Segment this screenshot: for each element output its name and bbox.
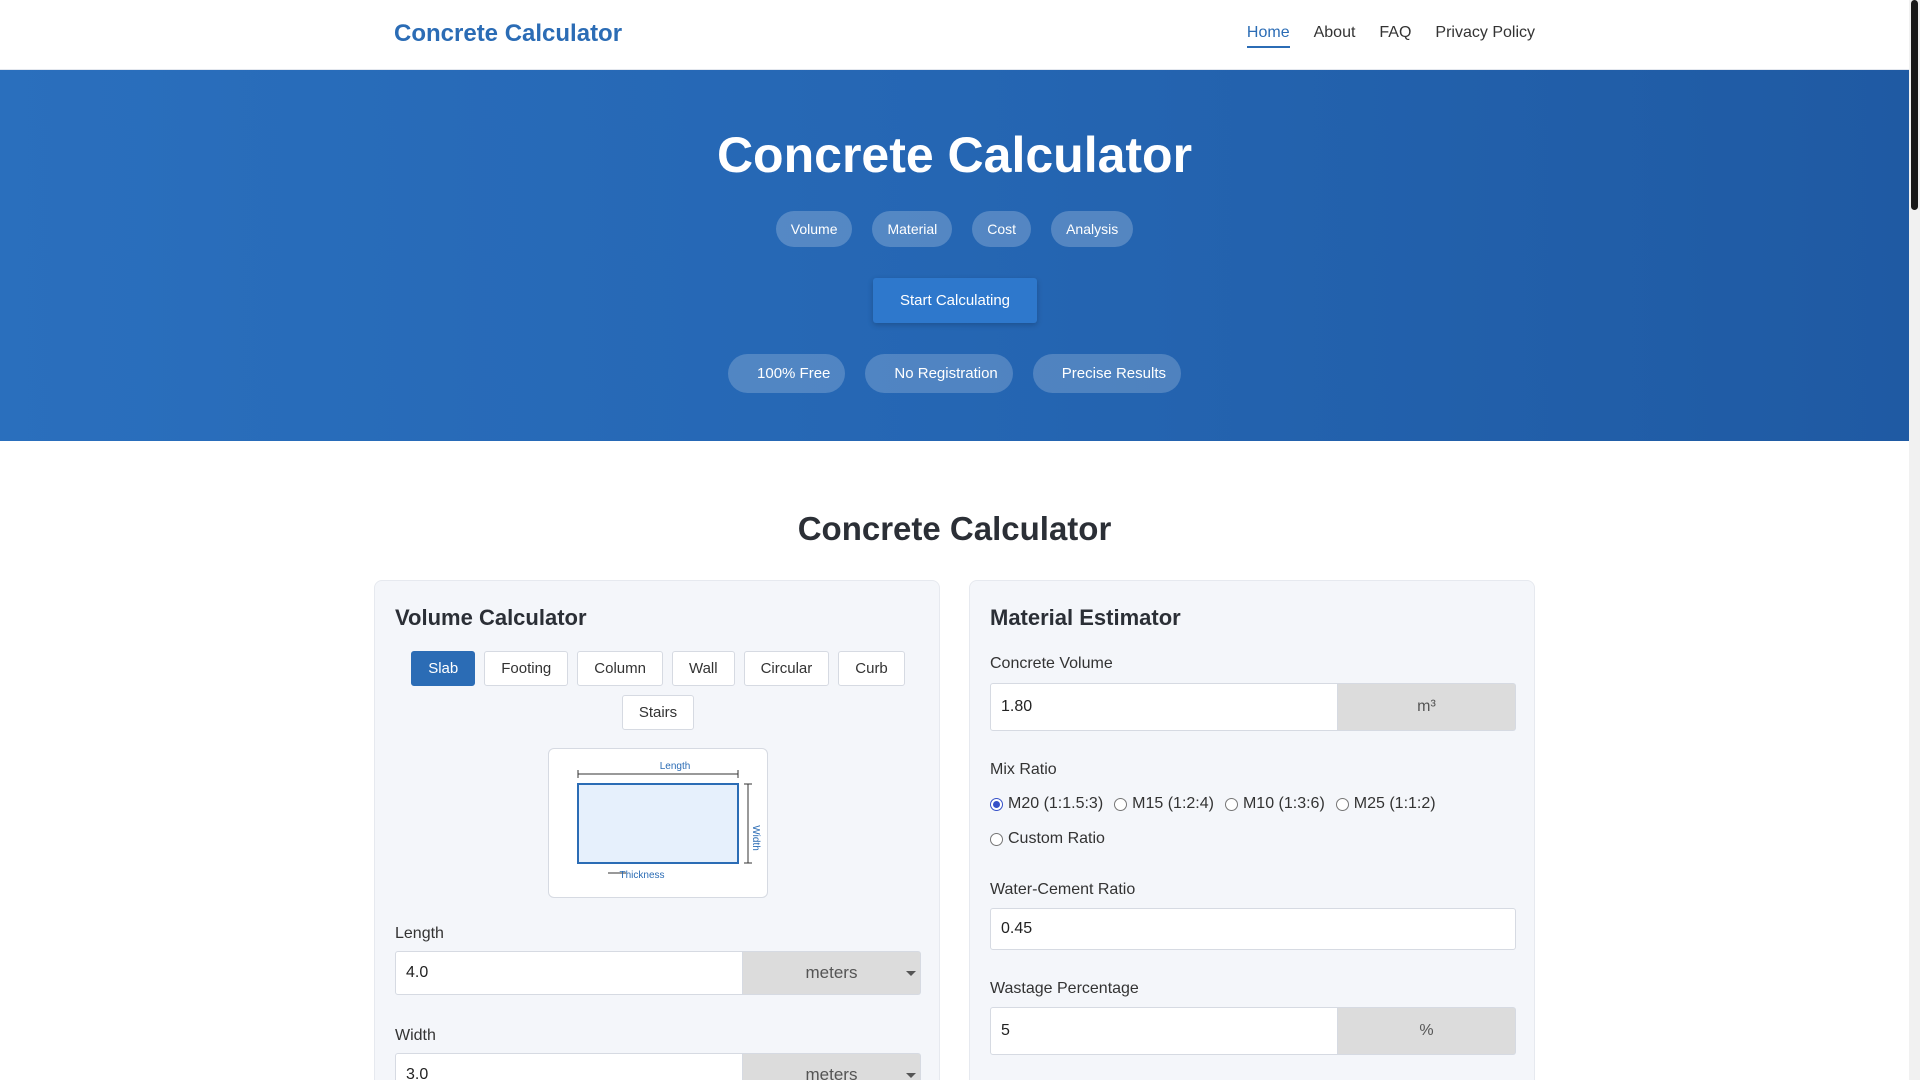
shape-tab-stairs[interactable]: Stairs bbox=[621, 695, 695, 730]
page-scrollbar[interactable] bbox=[1909, 0, 1920, 1080]
volume-calculator-card: Volume Calculator Slab Footing Column Wa… bbox=[374, 580, 940, 1080]
slab-diagram: Length Width Thickness bbox=[548, 748, 768, 898]
section-title: Concrete Calculator bbox=[797, 510, 1112, 547]
radio-selected-icon bbox=[990, 797, 1003, 811]
feature-badge-no-registration: No Registration bbox=[865, 354, 1013, 393]
hero-tag-cost: Cost bbox=[972, 211, 1032, 247]
diagram-width-label: Width bbox=[750, 825, 761, 851]
nav-link-privacy-policy[interactable]: Privacy Policy bbox=[1435, 24, 1535, 48]
hero-title: Concrete Calculator bbox=[716, 127, 1193, 183]
wastage-input[interactable] bbox=[990, 1007, 1338, 1055]
feature-badge-precise-results: Precise Results bbox=[1032, 354, 1181, 393]
concrete-volume-unit: m³ bbox=[1338, 683, 1516, 731]
length-input-group: meters bbox=[395, 951, 921, 995]
mix-ratio-m25[interactable]: M25 (1:1:2) bbox=[1335, 793, 1436, 815]
wastage-label: Wastage Percentage bbox=[990, 980, 1139, 997]
mix-ratio-label: Mix Ratio bbox=[990, 761, 1057, 778]
hero-features: 100% Free No Registration Precise Result… bbox=[0, 354, 1909, 393]
slab-rect bbox=[577, 783, 739, 864]
mix-ratio-m10-label: M10 (1:3:6) bbox=[1242, 795, 1325, 812]
shape-tab-wall[interactable]: Wall bbox=[671, 651, 735, 686]
hero-banner: Concrete Calculator Volume Material Cost… bbox=[0, 70, 1909, 441]
scrollbar-thumb[interactable] bbox=[1911, 0, 1918, 210]
volume-calculator-title: Volume Calculator bbox=[395, 605, 587, 630]
mix-ratio-m20-label: M20 (1:1.5:3) bbox=[1008, 795, 1104, 812]
width-label: Width bbox=[395, 1027, 436, 1044]
mix-ratio-m15[interactable]: M15 (1:2:4) bbox=[1114, 793, 1214, 815]
feature-badge-free: 100% Free bbox=[728, 354, 846, 393]
diagram-thickness-label: Thickness bbox=[619, 870, 664, 881]
wastage-unit: % bbox=[1338, 1007, 1516, 1055]
chevron-down-icon bbox=[906, 1073, 916, 1078]
diagram-length-label: Length bbox=[660, 761, 691, 772]
nav-link-home[interactable]: Home bbox=[1246, 24, 1290, 48]
shape-tab-curb[interactable]: Curb bbox=[838, 651, 905, 686]
radio-unselected-icon bbox=[1114, 797, 1128, 811]
wastage-input-group: % bbox=[990, 1007, 1516, 1055]
mix-ratio-m20[interactable]: M20 (1:1.5:3) bbox=[990, 793, 1103, 815]
nav-link-faq[interactable]: FAQ bbox=[1379, 24, 1411, 48]
length-label: Length bbox=[395, 925, 444, 942]
shape-tabs: Slab Footing Column Wall Circular Curb S… bbox=[395, 651, 921, 730]
radio-unselected-icon bbox=[990, 832, 1003, 846]
shape-tab-column[interactable]: Column bbox=[577, 651, 663, 686]
radio-unselected-icon bbox=[1224, 797, 1238, 811]
length-input[interactable] bbox=[395, 951, 743, 995]
length-unit-select[interactable]: meters bbox=[743, 951, 921, 995]
shape-tab-slab[interactable]: Slab bbox=[411, 651, 476, 686]
hero-tags: Volume Material Cost Analysis bbox=[0, 211, 1909, 247]
mix-ratio-m15-label: M15 (1:2:4) bbox=[1132, 795, 1214, 812]
width-input[interactable] bbox=[395, 1053, 743, 1080]
width-input-group: meters bbox=[395, 1053, 921, 1080]
hero-tag-material: Material bbox=[872, 211, 953, 247]
radio-unselected-icon bbox=[1335, 797, 1349, 811]
width-unit-value: meters bbox=[805, 1065, 858, 1080]
concrete-volume-input-group: m³ bbox=[990, 683, 1516, 731]
concrete-volume-input[interactable] bbox=[990, 683, 1338, 731]
material-estimator-card: Material Estimator Concrete Volume m³ Mi… bbox=[969, 580, 1535, 1080]
hero-tag-volume: Volume bbox=[775, 211, 853, 247]
shape-tab-footing[interactable]: Footing bbox=[484, 651, 569, 686]
top-navbar: Concrete Calculator Home About FAQ Priva… bbox=[0, 0, 1909, 70]
hero-tag-analysis: Analysis bbox=[1051, 211, 1134, 247]
start-calculating-button[interactable]: Start Calculating bbox=[873, 278, 1037, 323]
brand-logo-text[interactable]: Concrete Calculator bbox=[394, 20, 622, 48]
mix-ratio-custom[interactable]: Custom Ratio bbox=[990, 828, 1105, 850]
width-unit-select[interactable]: meters bbox=[743, 1053, 921, 1080]
water-cement-label: Water-Cement Ratio bbox=[990, 881, 1136, 898]
chevron-down-icon bbox=[906, 971, 916, 976]
nav-link-about[interactable]: About bbox=[1314, 24, 1356, 48]
material-estimator-title: Material Estimator bbox=[990, 605, 1181, 630]
mix-ratio-options: M20 (1:1.5:3) M15 (1:2:4) M10 (1:3:6) M2… bbox=[990, 793, 1516, 850]
nav-links: Home About FAQ Privacy Policy bbox=[1246, 24, 1535, 48]
mix-ratio-m25-label: M25 (1:1:2) bbox=[1353, 795, 1436, 812]
length-unit-value: meters bbox=[805, 963, 858, 982]
water-cement-input[interactable] bbox=[990, 908, 1516, 950]
mix-ratio-m10[interactable]: M10 (1:3:6) bbox=[1224, 793, 1325, 815]
concrete-volume-label: Concrete Volume bbox=[990, 655, 1113, 672]
slab-diagram-svg: Length Width Thickness bbox=[577, 761, 761, 881]
mix-ratio-custom-label: Custom Ratio bbox=[1008, 830, 1105, 847]
shape-tab-circular[interactable]: Circular bbox=[743, 651, 830, 686]
